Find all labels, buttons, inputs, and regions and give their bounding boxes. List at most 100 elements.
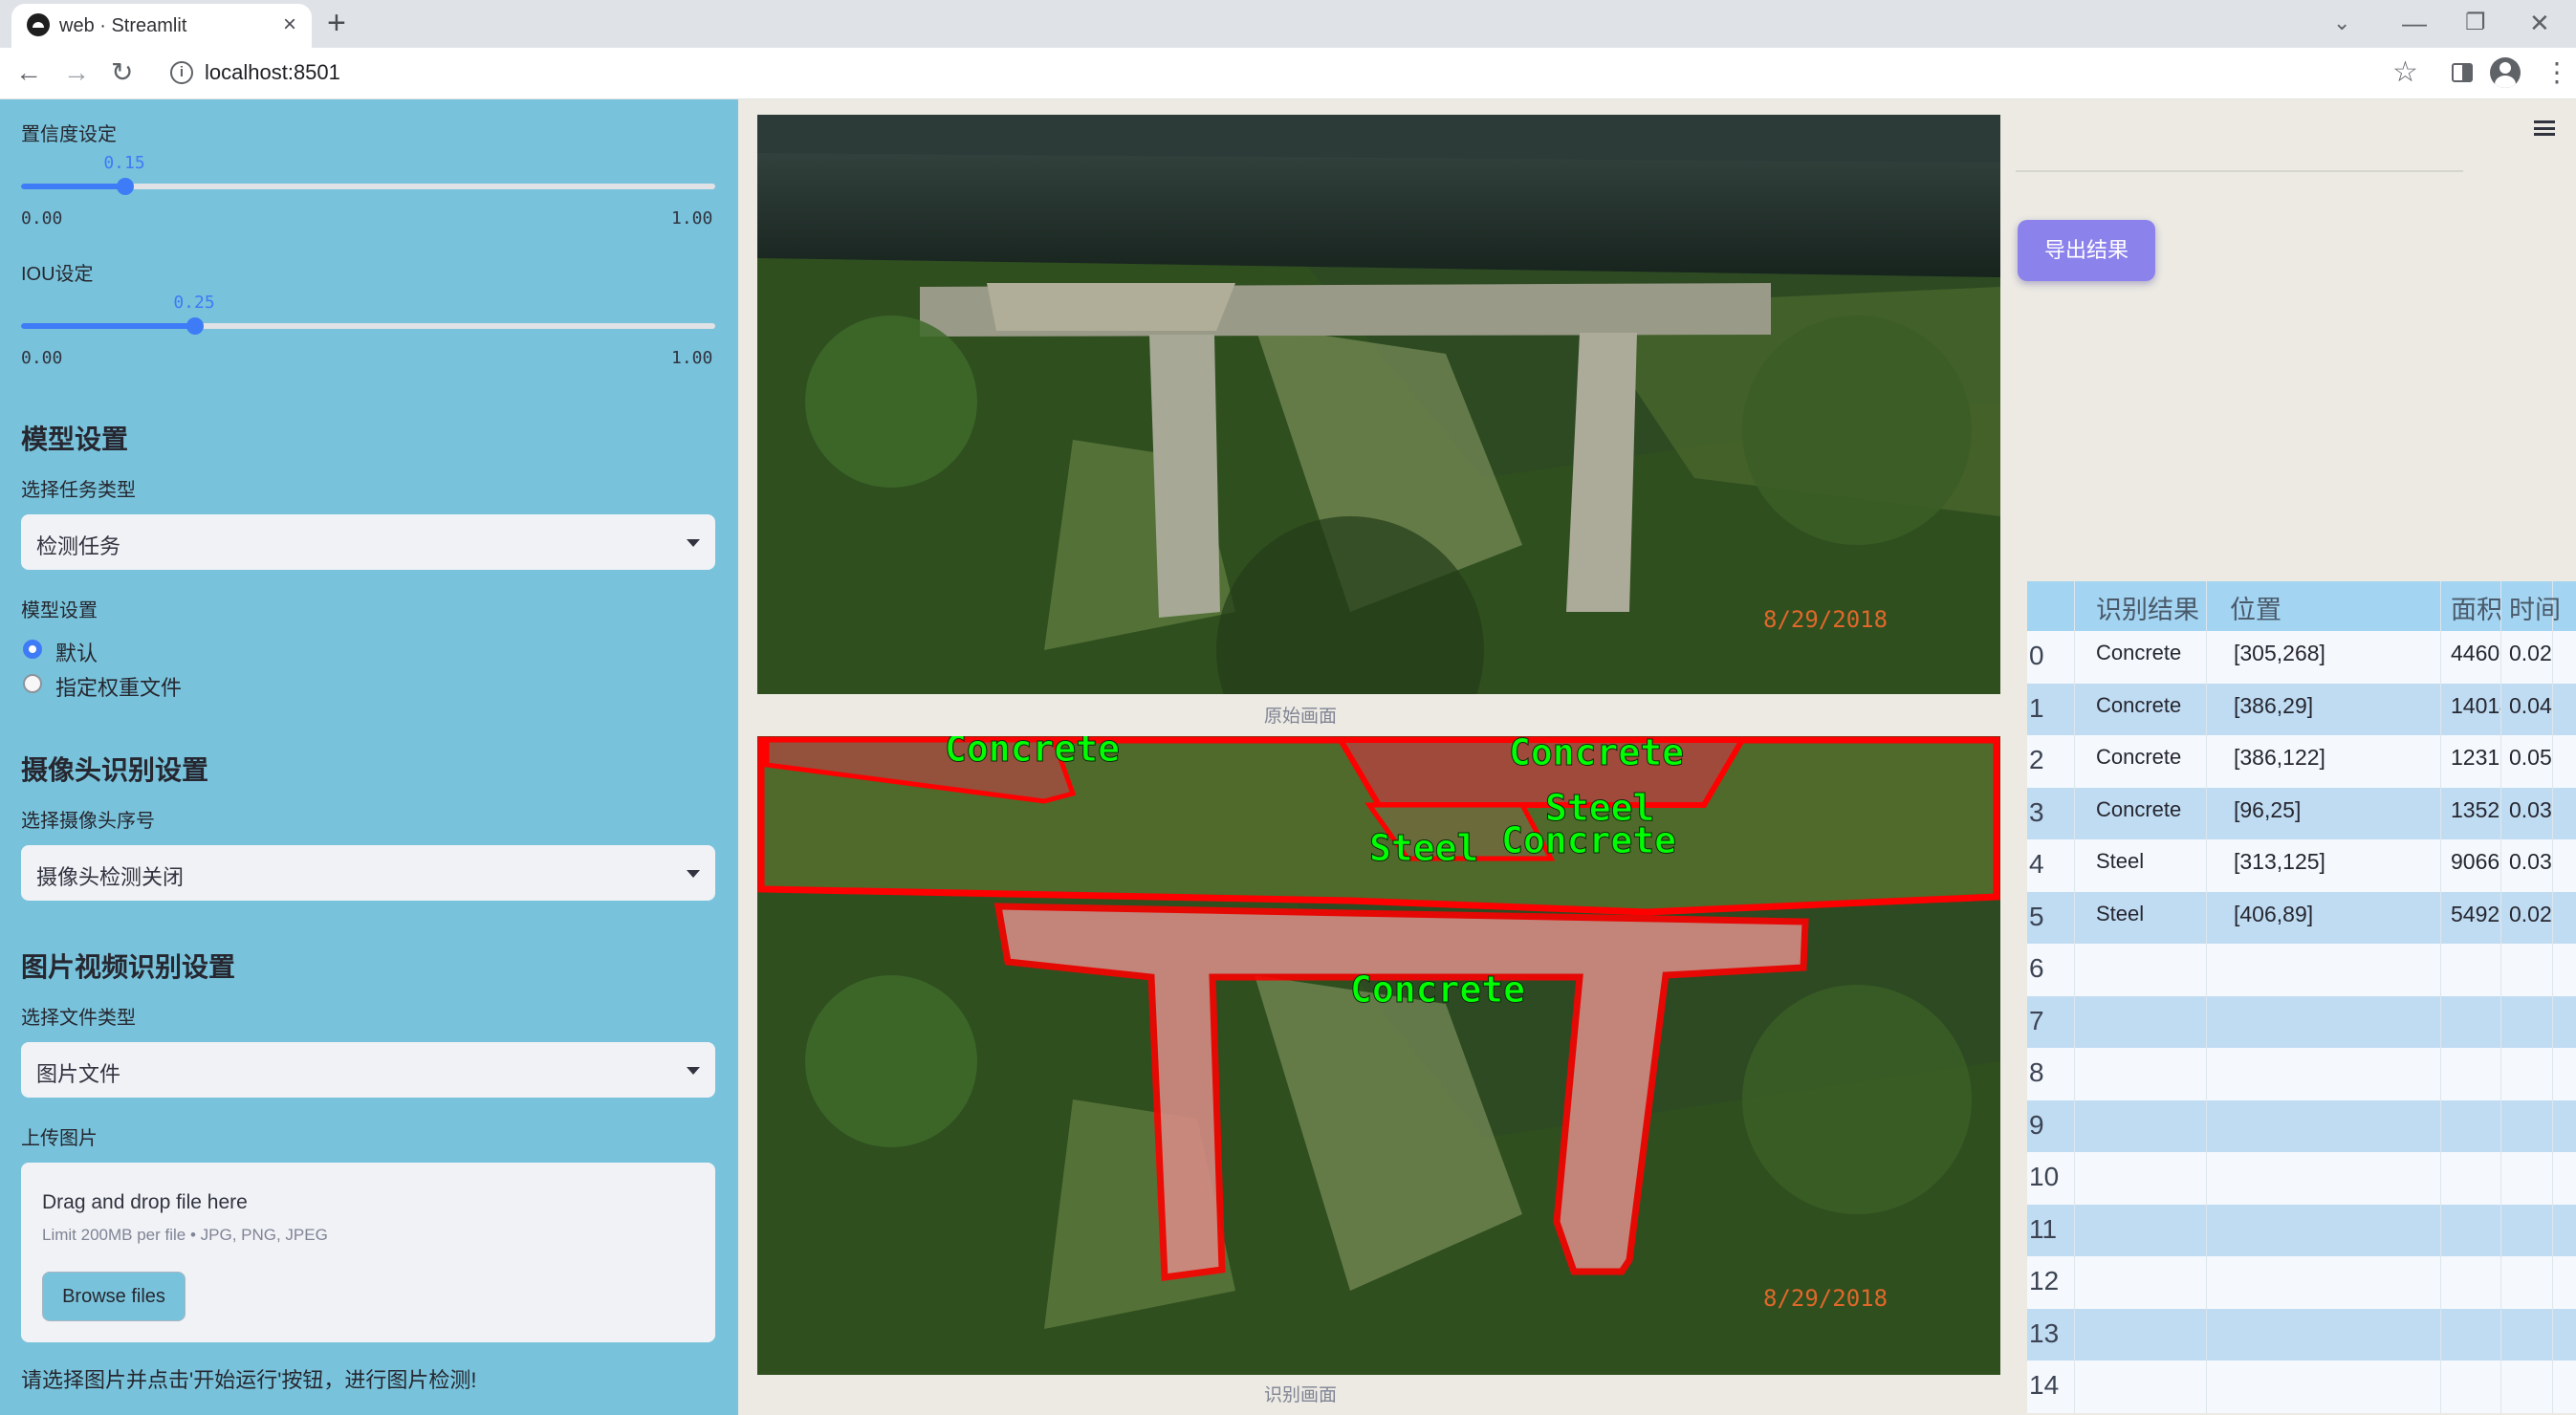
reload-icon[interactable]: ↻	[111, 55, 133, 90]
table-row[interactable]: 2 Concrete [386,122] 1231 0.05	[2027, 735, 2576, 788]
back-arrow-icon[interactable]: ←	[15, 55, 42, 90]
task-type-value: 检测任务	[36, 534, 121, 558]
confidence-slider-thumb[interactable]	[116, 178, 134, 195]
dropzone-limit: Limit 200MB per file • JPG, PNG, JPEG	[42, 1226, 328, 1244]
export-results-button[interactable]: 导出结果	[2018, 220, 2155, 281]
site-info-icon[interactable]: i	[170, 61, 193, 84]
table-row[interactable]: 9	[2027, 1099, 2576, 1153]
window-close-icon[interactable]: ✕	[2529, 6, 2550, 40]
browser-menu-icon[interactable]: ⋮	[2543, 55, 2570, 90]
table-row[interactable]: 0Concrete[305,268]446050.02	[2027, 631, 2576, 684]
chevron-down-icon	[687, 539, 700, 547]
sidebar: 置信度设定 0.15 0.00 1.00 IOU设定 0.25 0.00 1.0…	[0, 99, 738, 1415]
new-tab-button[interactable]: +	[327, 6, 346, 40]
task-type-label: 选择任务类型	[21, 480, 136, 501]
forward-arrow-icon[interactable]: →	[63, 55, 90, 90]
row-index: 13	[2027, 1308, 2075, 1361]
table-row[interactable]: 10	[2027, 1152, 2576, 1205]
row-index: 8	[2027, 1048, 2075, 1100]
row-area	[2440, 1152, 2501, 1205]
table-row[interactable]: 13	[2027, 1308, 2576, 1361]
url-field[interactable]: localhost:8501	[205, 60, 340, 85]
table-row[interactable]: 12	[2027, 1256, 2576, 1309]
restore-icon[interactable]: ❐	[2465, 6, 2486, 40]
minimize-icon[interactable]: —	[2402, 6, 2427, 40]
row-result: Concrete	[2075, 683, 2207, 736]
row-time: 0.03	[2501, 839, 2576, 892]
row-area: 1352	[2440, 787, 2501, 840]
table-row[interactable]: 7	[2027, 995, 2576, 1049]
file-type-select[interactable]: 图片文件	[21, 1042, 715, 1098]
table-header-row: 识别结果 位置 面积 时间	[2027, 581, 2576, 631]
row-result: Concrete	[2075, 735, 2207, 788]
task-type-select[interactable]: 检测任务	[21, 514, 715, 570]
bookmark-star-icon[interactable]: ☆	[2392, 55, 2418, 90]
confidence-max: 1.00	[671, 208, 713, 229]
side-panel-icon[interactable]	[2452, 63, 2473, 82]
table-row[interactable]: 14	[2027, 1361, 2576, 1413]
confidence-min: 0.00	[21, 208, 63, 229]
row-result: Steel	[2075, 891, 2207, 945]
row-index: 9	[2027, 1099, 2075, 1153]
header-area[interactable]: 面积	[2440, 581, 2501, 631]
row-area: 44605	[2440, 631, 2501, 684]
address-bar: ← → ↻ i localhost:8501 ☆ ⋮	[0, 48, 2576, 99]
tab-search-chevron-icon[interactable]: ⌄	[2333, 6, 2350, 40]
file-dropzone[interactable]: Drag and drop file here Limit 200MB per …	[21, 1163, 715, 1342]
row-time	[2501, 944, 2576, 996]
table-row[interactable]: 4Steel[313,125]906610.03	[2027, 839, 2576, 892]
tab-close-icon[interactable]: ×	[283, 11, 296, 38]
table-row[interactable]: 11	[2027, 1204, 2576, 1257]
detection-label-steel-2: Steel	[1369, 827, 1478, 869]
radio-custom-weights-dot[interactable]	[23, 674, 42, 693]
row-area: 90661	[2440, 839, 2501, 892]
radio-default-label: 默认	[55, 642, 98, 665]
original-date-stamp: 8/29/2018	[1763, 606, 1888, 633]
profile-avatar-icon[interactable]	[2490, 57, 2521, 88]
row-time: 0.05	[2501, 735, 2576, 788]
row-area	[2440, 995, 2501, 1049]
table-row[interactable]: 1Concrete[386,29]140140.04	[2027, 683, 2576, 736]
divider	[2016, 170, 2463, 172]
row-result	[2075, 1204, 2207, 1257]
app-menu-icon[interactable]	[2534, 120, 2555, 136]
row-time: 0.02	[2501, 631, 2576, 684]
iou-min: 0.00	[21, 348, 63, 368]
iou-slider[interactable]	[21, 317, 715, 335]
row-result	[2075, 1099, 2207, 1153]
row-result: Concrete	[2075, 787, 2207, 840]
camera-index-select[interactable]: 摄像头检测关闭	[21, 845, 715, 901]
table-row[interactable]: 8	[2027, 1048, 2576, 1100]
browse-files-button[interactable]: Browse files	[42, 1272, 186, 1321]
header-index	[2027, 581, 2075, 631]
row-index: 6	[2027, 944, 2075, 996]
header-result[interactable]: 识别结果	[2075, 581, 2207, 631]
row-result	[2075, 1048, 2207, 1100]
row-time	[2501, 1309, 2576, 1361]
detection-label-concrete-2: Concrete	[1509, 736, 1684, 773]
media-settings-heading: 图片视频识别设置	[21, 952, 236, 982]
table-row[interactable]: 3 Concrete [96,25] 1352 0.03	[2027, 787, 2576, 840]
row-result	[2075, 995, 2207, 1049]
row-index: 11	[2027, 1204, 2075, 1257]
row-area	[2440, 1204, 2501, 1257]
confidence-slider[interactable]	[21, 178, 715, 195]
row-index: 3	[2027, 787, 2075, 840]
row-area	[2440, 1256, 2501, 1309]
row-time	[2501, 1152, 2576, 1205]
browser-tab[interactable]: web · Streamlit ×	[11, 4, 312, 48]
file-type-label: 选择文件类型	[21, 1008, 136, 1029]
row-time: 0.04	[2501, 684, 2576, 736]
row-index: 2	[2027, 735, 2075, 788]
confidence-label: 置信度设定	[21, 124, 117, 145]
model-settings-heading: 模型设置	[21, 424, 129, 454]
radio-default-dot[interactable]	[23, 640, 42, 659]
table-row[interactable]: 5 Steel [406,89] 5492 0.02	[2027, 891, 2576, 945]
detection-label-concrete-4: Concrete	[1350, 969, 1525, 1011]
iou-slider-thumb[interactable]	[186, 317, 204, 335]
header-time[interactable]: 时间	[2501, 581, 2576, 631]
table-row[interactable]: 6	[2027, 944, 2576, 996]
chevron-down-icon	[687, 1067, 700, 1075]
row-result	[2075, 944, 2207, 996]
results-table: 识别结果 位置 面积 时间 0Concrete[305,268]446050.0…	[2027, 581, 2576, 1415]
